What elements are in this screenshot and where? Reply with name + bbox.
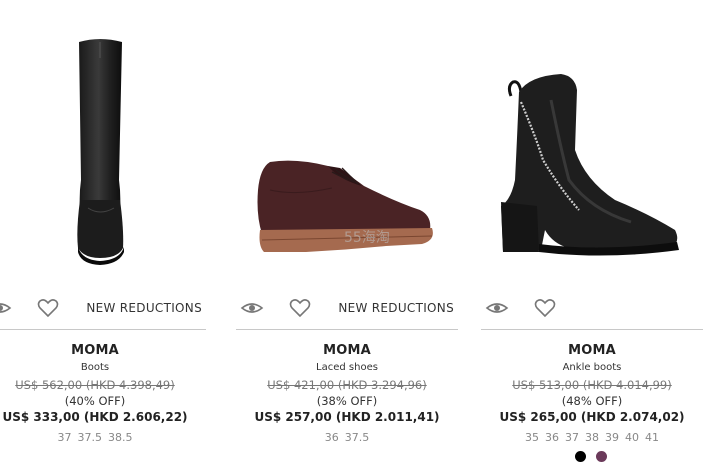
product-image-boots[interactable] [0, 30, 206, 270]
watermark: 55海淘 [344, 230, 390, 246]
new-reductions-label: NEW REDUCTIONS [86, 301, 202, 315]
divider [236, 329, 458, 330]
size-option[interactable]: 36 [545, 431, 559, 444]
original-price: US$ 513,00 (HKD 4.014,99) [512, 378, 672, 392]
size-option[interactable]: 37 [58, 431, 72, 444]
product-card-ankle-boots[interactable]: MOMA Ankle boots US$ 513,00 (HKD 4.014,9… [481, 0, 703, 476]
size-option[interactable]: 35 [525, 431, 539, 444]
card-actions: NEW REDUCTIONS [0, 296, 206, 326]
size-option[interactable]: 37.5 [78, 431, 103, 444]
size-option[interactable]: 36 [325, 431, 339, 444]
eye-icon[interactable] [0, 296, 12, 320]
size-option[interactable]: 41 [645, 431, 659, 444]
card-actions: NEW REDUCTIONS [236, 296, 458, 326]
size-option[interactable]: 39 [605, 431, 619, 444]
product-image-laced-shoes[interactable]: 55海淘 [236, 30, 458, 270]
product-category: Ankle boots [562, 362, 622, 373]
size-option[interactable]: 38 [585, 431, 599, 444]
product-category: Boots [80, 362, 110, 373]
sale-price: US$ 257,00 (HKD 2.011,41) [254, 410, 440, 424]
product-brand: MOMA [323, 343, 371, 358]
sale-price: US$ 265,00 (HKD 2.074,02) [499, 410, 685, 424]
color-swatch-plum[interactable] [596, 451, 607, 462]
product-brand: MOMA [568, 343, 616, 358]
size-option[interactable]: 37 [565, 431, 579, 444]
product-brand: MOMA [71, 343, 119, 358]
size-option[interactable]: 40 [625, 431, 639, 444]
product-info[interactable]: MOMA Boots US$ 562,00 (HKD 4.398,49) (40… [0, 342, 206, 446]
eye-icon[interactable] [240, 296, 264, 320]
product-info[interactable]: MOMA Ankle boots US$ 513,00 (HKD 4.014,9… [481, 342, 703, 446]
sale-price: US$ 333,00 (HKD 2.606,22) [2, 410, 188, 424]
color-swatch-black[interactable] [575, 451, 586, 462]
product-card-boots[interactable]: NEW REDUCTIONS MOMA Boots US$ 562,00 (HK… [0, 0, 206, 476]
heart-icon[interactable] [533, 296, 557, 320]
discount-percent: (40% OFF) [64, 394, 126, 408]
product-info[interactable]: MOMA Laced shoes US$ 421,00 (HKD 3.294,9… [236, 342, 458, 446]
product-category: Laced shoes [316, 362, 378, 373]
heart-icon[interactable] [36, 296, 60, 320]
discount-percent: (48% OFF) [561, 394, 623, 408]
size-option[interactable]: 37.5 [345, 431, 370, 444]
heart-icon[interactable] [288, 296, 312, 320]
product-image-ankle-boots[interactable] [481, 30, 703, 270]
eye-icon[interactable] [485, 296, 509, 320]
original-price: US$ 562,00 (HKD 4.398,49) [15, 378, 175, 392]
size-option[interactable]: 38.5 [108, 431, 133, 444]
size-list: 37 37.5 38.5 [0, 430, 206, 446]
new-reductions-label: NEW REDUCTIONS [338, 301, 454, 315]
size-list: 35 36 37 38 39 40 41 [481, 430, 703, 446]
divider [481, 329, 703, 330]
divider [0, 329, 206, 330]
discount-percent: (38% OFF) [316, 394, 378, 408]
size-list: 36 37.5 [236, 430, 458, 446]
card-actions [481, 296, 703, 326]
product-card-laced-shoes[interactable]: 55海淘 NEW REDUCTIONS MOMA Laced shoes US$… [236, 0, 458, 476]
original-price: US$ 421,00 (HKD 3.294,96) [267, 378, 427, 392]
